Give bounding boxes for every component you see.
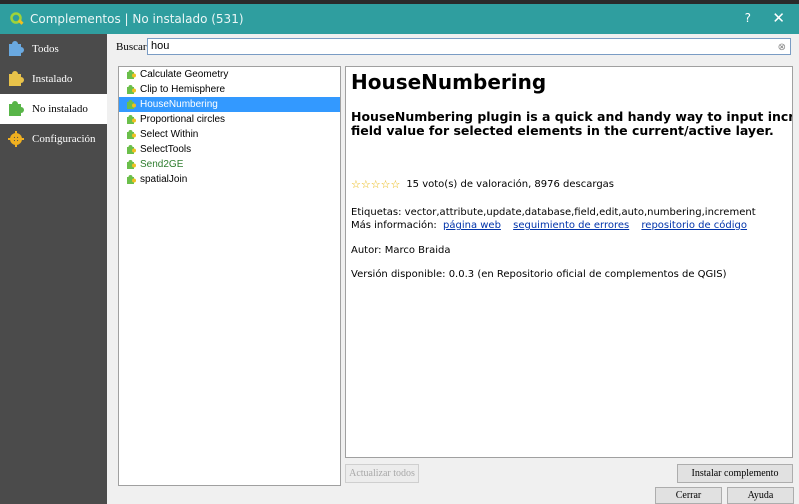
sidebar-item-label: No instalado [32, 103, 88, 115]
search-input[interactable]: hou ⊗ [147, 38, 791, 55]
more-info-label: Más información: [351, 220, 437, 231]
plugin-list[interactable]: Calculate Geometry Clip to Hemisphere Ho… [118, 66, 341, 486]
rating-text: 15 voto(s) de valoración, 8976 descargas [406, 179, 615, 190]
list-item[interactable]: spatialJoin [119, 172, 340, 187]
list-item[interactable]: SelectTools [119, 142, 340, 157]
plugin-name: spatialJoin [140, 174, 188, 185]
window-title: Complementos | No instalado (531) [30, 12, 244, 26]
puzzle-green-icon [125, 99, 137, 111]
puzzle-green-icon [125, 129, 137, 141]
plugin-name: Select Within [140, 129, 199, 140]
puzzle-green-icon [125, 174, 137, 186]
sidebar-item-instalado[interactable]: Instalado [0, 64, 107, 94]
list-item[interactable]: Calculate Geometry [119, 67, 340, 82]
title-bar: Complementos | No instalado (531) ? ✕ [0, 4, 799, 34]
install-plugin-button[interactable]: Instalar complemento [677, 464, 793, 483]
plugin-name: Send2GE [140, 159, 184, 170]
plugin-name: Clip to Hemisphere [140, 84, 226, 95]
plugin-name: Calculate Geometry [140, 69, 229, 80]
help-button[interactable]: Ayuda [727, 487, 794, 504]
qgis-logo-icon [10, 12, 24, 26]
more-info: Más información: página web seguimiento … [351, 220, 753, 231]
help-title-button[interactable]: ? [745, 11, 751, 25]
sidebar-item-label: Todos [32, 43, 59, 55]
close-window-button[interactable]: ✕ [772, 9, 785, 27]
description-line: field value for selected elements in the… [351, 123, 774, 138]
puzzle-yellow-icon [6, 69, 26, 89]
puzzle-green-icon [6, 99, 26, 119]
search-row: Buscar hou ⊗ [107, 34, 799, 60]
plugin-author: Autor: Marco Braida [351, 245, 451, 256]
update-all-button[interactable]: Actualizar todos [345, 464, 419, 483]
sidebar-item-label: Instalado [32, 73, 73, 85]
plugin-name: Proportional circles [140, 114, 226, 125]
rating-row: ☆☆☆☆☆ 15 voto(s) de valoración, 8976 des… [351, 178, 614, 191]
plugin-name: SelectTools [140, 144, 192, 155]
puzzle-green-icon [125, 114, 137, 126]
rating-stars-icon[interactable]: ☆☆☆☆☆ [351, 178, 400, 191]
plugin-name: HouseNumbering [140, 99, 218, 110]
close-button[interactable]: Cerrar [655, 487, 722, 504]
bug-tracker-link[interactable]: seguimiento de errores [513, 220, 629, 231]
gear-icon [6, 129, 26, 149]
puzzle-blue-icon [6, 39, 26, 59]
plugin-description: HouseNumbering plugin is a quick and han… [351, 109, 793, 138]
plugin-details: HouseNumbering HouseNumbering plugin is … [345, 66, 793, 458]
sidebar: Todos Instalado No instalado Configuraci… [0, 34, 107, 504]
plugin-title: HouseNumbering [351, 70, 547, 94]
puzzle-green-icon [125, 159, 137, 171]
search-label: Buscar [116, 41, 147, 53]
description-line: HouseNumbering plugin is a quick and han… [351, 109, 793, 124]
list-item[interactable]: Proportional circles [119, 112, 340, 127]
sidebar-item-label: Configuración [32, 133, 96, 145]
homepage-link[interactable]: página web [443, 220, 501, 231]
list-item[interactable]: Send2GE [119, 157, 340, 172]
search-value: hou [151, 40, 170, 52]
clear-search-icon[interactable]: ⊗ [778, 40, 786, 55]
sidebar-item-no-instalado[interactable]: No instalado [0, 94, 107, 124]
list-item[interactable]: Select Within [119, 127, 340, 142]
puzzle-green-icon [125, 84, 137, 96]
code-repository-link[interactable]: repositorio de código [641, 220, 747, 231]
plugin-version: Versión disponible: 0.0.3 (en Repositori… [351, 269, 727, 280]
puzzle-green-icon [125, 144, 137, 156]
list-item-selected[interactable]: HouseNumbering [119, 97, 340, 112]
sidebar-item-configuracion[interactable]: Configuración [0, 124, 107, 154]
puzzle-green-icon [125, 69, 137, 81]
plugin-tags: Etiquetas: vector,attribute,update,datab… [351, 207, 756, 218]
sidebar-item-todos[interactable]: Todos [0, 34, 107, 64]
list-item[interactable]: Clip to Hemisphere [119, 82, 340, 97]
